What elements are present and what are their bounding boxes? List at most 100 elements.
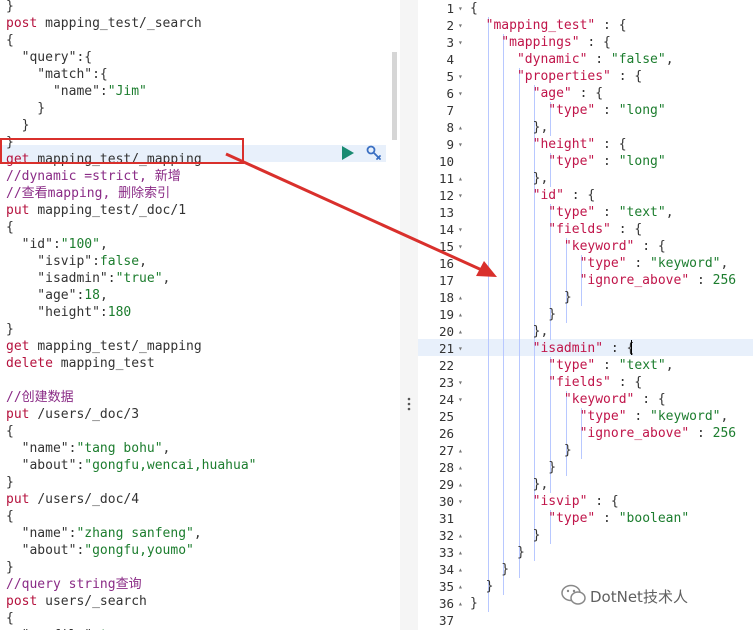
- code-line[interactable]: "about":"gongfu,youmo": [6, 542, 194, 559]
- code-line[interactable]: }: [6, 474, 14, 491]
- code-line[interactable]: }: [6, 321, 14, 338]
- code-line[interactable]: "ignore_above" : 256: [470, 425, 737, 442]
- code-line[interactable]: "type" : "keyword",: [470, 255, 729, 272]
- fold-collapse-icon[interactable]: ▴: [458, 595, 463, 612]
- code-line[interactable]: //创建数据: [6, 389, 74, 406]
- fold-expand-icon[interactable]: ▾: [458, 238, 463, 255]
- code-line[interactable]: },: [470, 476, 549, 493]
- code-line[interactable]: },: [470, 323, 549, 340]
- code-line[interactable]: },: [470, 119, 549, 136]
- code-line[interactable]: "height" : {: [470, 136, 627, 153]
- code-line[interactable]: "properties" : {: [470, 68, 642, 85]
- code-line[interactable]: put /users/_doc/4: [6, 491, 139, 508]
- fold-expand-icon[interactable]: ▾: [458, 0, 463, 17]
- code-line[interactable]: {: [470, 0, 478, 17]
- fold-expand-icon[interactable]: ▾: [458, 85, 463, 102]
- pane-divider[interactable]: [400, 0, 418, 630]
- code-line[interactable]: delete mapping_test: [6, 355, 155, 372]
- code-line[interactable]: "dynamic" : "false",: [470, 51, 674, 68]
- code-line[interactable]: "fields" : {: [470, 221, 642, 238]
- fold-collapse-icon[interactable]: ▴: [458, 442, 463, 459]
- code-line[interactable]: "ignore_above" : 256: [470, 272, 737, 289]
- fold-collapse-icon[interactable]: ▴: [458, 476, 463, 493]
- code-line[interactable]: }: [6, 100, 45, 117]
- fold-collapse-icon[interactable]: ▴: [458, 323, 463, 340]
- code-line[interactable]: "type" : "long": [470, 153, 665, 170]
- request-editor[interactable]: } post mapping_test/_search{ "query":{ "m…: [0, 0, 400, 630]
- code-line[interactable]: "type" : "text",: [470, 204, 673, 221]
- fold-expand-icon[interactable]: ▾: [458, 391, 463, 408]
- fold-collapse-icon[interactable]: ▴: [458, 544, 463, 561]
- fold-collapse-icon[interactable]: ▴: [458, 170, 463, 187]
- play-icon[interactable]: [340, 145, 356, 161]
- code-line[interactable]: }: [470, 578, 494, 595]
- code-line[interactable]: }: [470, 289, 572, 306]
- code-line[interactable]: "type" : "boolean": [470, 510, 689, 527]
- code-line[interactable]: "name":"Jim": [6, 83, 147, 100]
- fold-collapse-icon[interactable]: ▴: [458, 306, 463, 323]
- fold-collapse-icon[interactable]: ▴: [458, 119, 463, 136]
- code-line[interactable]: "isvip" : {: [470, 493, 619, 510]
- code-line[interactable]: "name":"tang bohu",: [6, 440, 171, 457]
- fold-expand-icon[interactable]: ▾: [458, 374, 463, 391]
- code-line[interactable]: }: [6, 117, 30, 134]
- code-line[interactable]: }: [470, 544, 525, 561]
- fold-expand-icon[interactable]: ▾: [458, 187, 463, 204]
- fold-expand-icon[interactable]: ▾: [458, 34, 463, 51]
- code-line[interactable]: {: [6, 508, 14, 525]
- fold-expand-icon[interactable]: ▾: [458, 136, 463, 153]
- fold-expand-icon[interactable]: ▾: [458, 493, 463, 510]
- code-line[interactable]: "query":{: [6, 49, 92, 66]
- code-line[interactable]: "name":"zhang sanfeng",: [6, 525, 202, 542]
- code-line[interactable]: {: [6, 610, 14, 627]
- fold-collapse-icon[interactable]: ▴: [458, 527, 463, 544]
- code-line[interactable]: "id" : {: [470, 187, 596, 204]
- more-vert-icon[interactable]: [406, 396, 412, 412]
- code-line[interactable]: //查看mapping, 删除索引: [6, 185, 170, 202]
- code-line[interactable]: "isadmin":"true",: [6, 270, 170, 287]
- code-line[interactable]: get mapping_test/_mapping: [6, 338, 202, 355]
- code-line[interactable]: "id":"100",: [6, 236, 108, 253]
- code-line[interactable]: put /users/_doc/3: [6, 406, 139, 423]
- code-line[interactable]: put mapping_test/_doc/1: [6, 202, 186, 219]
- code-line[interactable]: }: [470, 595, 478, 612]
- code-line[interactable]: {: [6, 219, 14, 236]
- code-line[interactable]: "age":18,: [6, 287, 107, 304]
- code-line[interactable]: "match":{: [6, 66, 107, 83]
- code-line[interactable]: "mappings" : {: [470, 34, 611, 51]
- code-line[interactable]: //query string查询: [6, 576, 142, 593]
- code-line[interactable]: "type" : "text",: [470, 357, 673, 374]
- code-line[interactable]: "isvip":false,: [6, 253, 147, 270]
- fold-collapse-icon[interactable]: ▴: [458, 578, 463, 595]
- code-line[interactable]: }: [470, 442, 572, 459]
- code-line[interactable]: "keyword" : {: [470, 391, 666, 408]
- code-line[interactable]: },: [470, 170, 549, 187]
- code-line[interactable]: }: [6, 0, 14, 15]
- response-viewer[interactable]: 1 ▾ {2 ▾ "mapping_test" : {3 ▾ "mappings" : …: [418, 0, 753, 630]
- code-line[interactable]: post users/_search: [6, 593, 147, 610]
- fold-expand-icon[interactable]: ▾: [458, 340, 463, 357]
- code-line[interactable]: "about":"gongfu,wencai,huahua": [6, 457, 257, 474]
- code-line[interactable]: }: [470, 459, 556, 476]
- code-line[interactable]: "isadmin" : {: [470, 340, 635, 357]
- code-line[interactable]: }: [470, 527, 541, 544]
- fold-expand-icon[interactable]: ▾: [458, 68, 463, 85]
- code-line[interactable]: {: [6, 423, 14, 440]
- code-line[interactable]: }: [470, 306, 556, 323]
- wrench-icon[interactable]: [365, 144, 383, 162]
- fold-expand-icon[interactable]: ▾: [458, 17, 463, 34]
- code-line[interactable]: "mapping_test" : {: [470, 17, 627, 34]
- code-line[interactable]: "height":180: [6, 304, 131, 321]
- left-scrollbar[interactable]: [392, 52, 397, 140]
- code-line[interactable]: }: [470, 561, 509, 578]
- code-line[interactable]: "keyword" : {: [470, 238, 666, 255]
- code-line[interactable]: "fields" : {: [470, 374, 642, 391]
- fold-collapse-icon[interactable]: ▴: [458, 459, 463, 476]
- code-line[interactable]: "type" : "keyword",: [470, 408, 729, 425]
- code-line[interactable]: "age" : {: [470, 85, 603, 102]
- code-line[interactable]: {: [6, 32, 14, 49]
- code-line[interactable]: "type" : "long": [470, 102, 665, 119]
- code-line[interactable]: post mapping_test/_search: [6, 15, 202, 32]
- fold-expand-icon[interactable]: ▾: [458, 221, 463, 238]
- code-line[interactable]: //dynamic =strict, 新增: [6, 168, 181, 185]
